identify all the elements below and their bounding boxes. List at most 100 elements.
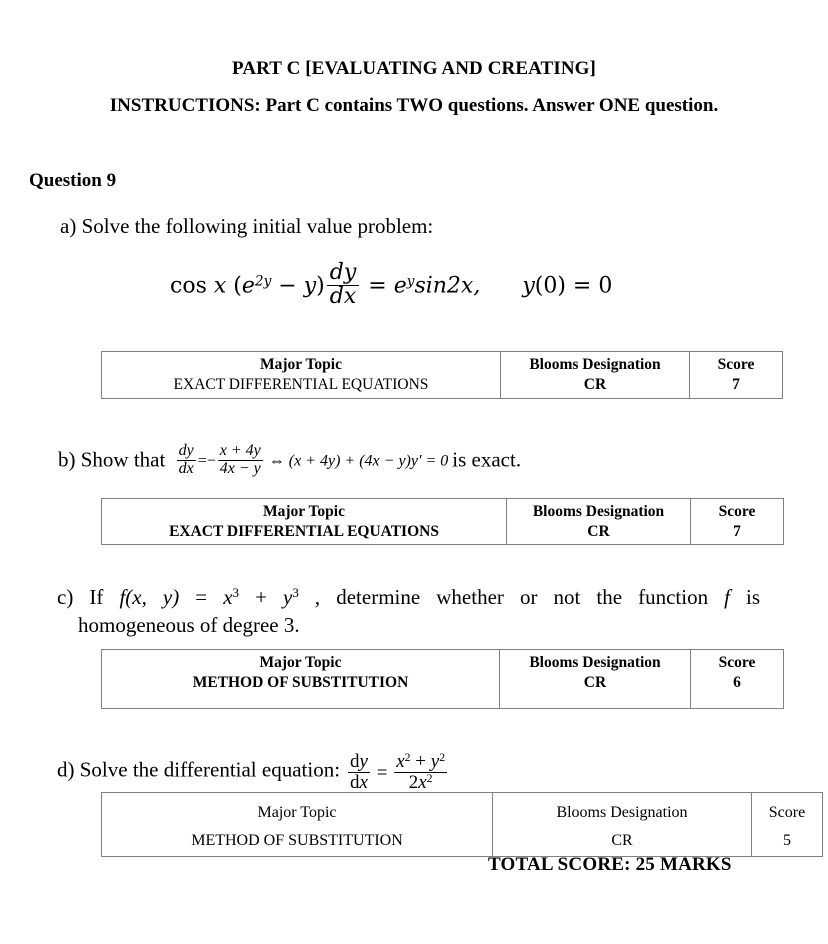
item-a-text: a) Solve the following initial value pro… xyxy=(60,213,433,240)
score-cell: Score 7 xyxy=(689,351,783,399)
eq-d-den-x-exponent: 2 xyxy=(426,771,433,785)
eq-a-close-paren: ) xyxy=(316,273,325,299)
part-title: PART C [EVALUATING AND CREATING] xyxy=(232,58,596,79)
item-c-line1: c) If f(x, y) = x3 + y3 , determine whet… xyxy=(57,584,760,611)
eq-d-num-x-exponent: 2 xyxy=(404,750,411,764)
major-topic-cell: Major Topic METHOD OF SUBSTITUTION xyxy=(101,649,500,709)
major-topic-header: Major Topic xyxy=(259,654,342,671)
table-row: Major Topic EXACT DIFFERENTIAL EQUATIONS… xyxy=(101,497,784,546)
table-row: Major Topic EXACT DIFFERENTIAL EQUATIONS… xyxy=(101,351,783,399)
eq-b-derivative-fraction: dy dx xyxy=(176,442,196,477)
score-value: 7 xyxy=(733,523,741,541)
eq-c-exponent-y: 3 xyxy=(292,585,299,601)
major-topic-header: Major Topic xyxy=(257,804,337,821)
item-a-prompt: Solve the following initial value proble… xyxy=(81,214,434,238)
score-cell: Score 7 xyxy=(690,497,784,546)
eq-d-num-d: d xyxy=(350,751,360,772)
eq-a-e2: e xyxy=(393,273,407,299)
eq-d-den-x2: x xyxy=(418,771,427,793)
eq-a-derivative-fraction: dy dx xyxy=(326,260,360,309)
item-d-prompt: Solve the differential equation: xyxy=(79,757,341,782)
item-d-equation: dy dx = x2 + y2 2x2 xyxy=(346,750,449,793)
eq-c-comma: , xyxy=(314,585,321,609)
eq-d-derivative-fraction: dy dx xyxy=(348,752,370,793)
item-c-marker: c) xyxy=(57,585,74,609)
eq-d-num-plus: + xyxy=(415,751,426,772)
instructions-line: INSTRUCTIONS: Part C contains TWO questi… xyxy=(109,95,719,116)
blooms-value: CR xyxy=(587,523,610,541)
eq-d-den-x: x xyxy=(359,771,368,793)
blooms-header: Blooms Designation xyxy=(532,503,665,520)
eq-a-ic-value: 0 xyxy=(598,273,613,299)
table-row: Major Topic METHOD OF SUBSTITUTION Bloom… xyxy=(101,649,784,709)
item-b-marker: b) xyxy=(58,447,76,472)
blooms-cell: Blooms Designation CR xyxy=(506,497,691,546)
item-d-marker: d) xyxy=(57,757,75,782)
item-b-text: b) Show that dy dx =− x + 4y 4x − y ⇔ (x + 4… xyxy=(58,442,521,477)
score-header: Score xyxy=(718,503,756,520)
item-b-prompt: Show that xyxy=(80,447,166,472)
eq-c-args: (x, y) xyxy=(125,585,180,609)
item-d-text: d) Solve the differential equation: dy dx … xyxy=(57,750,449,793)
eq-d-num-x: x xyxy=(396,751,405,772)
eq-b-rational-fraction: x + 4y 4x − y xyxy=(217,442,263,477)
eq-b-numerator: x + 4y xyxy=(219,442,261,459)
blooms-header: Blooms Designation xyxy=(556,804,688,821)
eq-b-dy: dy xyxy=(178,442,194,459)
blooms-header: Blooms Designation xyxy=(529,654,661,671)
blooms-value: CR xyxy=(583,674,607,692)
item-c-tail-after: is xyxy=(746,585,761,609)
eq-b-denominator: 4x − y xyxy=(217,459,263,477)
eq-a-ic-arg: (0) xyxy=(534,273,566,299)
eq-a-x: x xyxy=(213,273,227,299)
blooms-value: CR xyxy=(611,831,633,849)
eq-a-open-paren: ( xyxy=(233,273,242,299)
eq-c-exponent-x: 3 xyxy=(232,585,240,601)
total-score-label: TOTAL SCORE: 25 MARKS xyxy=(488,854,732,875)
eq-a-ic-equals: = xyxy=(572,273,592,299)
item-a-equation: cos x (e2y − y) dy dx = eysin2x, y(0) = 0 xyxy=(170,260,613,309)
major-topic-value: METHOD OF SUBSTITUTION xyxy=(192,674,409,692)
eq-b-negative: − xyxy=(206,452,216,470)
major-topic-header: Major Topic xyxy=(260,356,342,373)
eq-c-f2: f xyxy=(724,585,730,609)
eq-d-rational-numerator: x2 + y2 xyxy=(394,750,447,772)
item-b-equation: dy dx =− x + 4y 4x − y ⇔ (x + 4y) + (4x − y)… xyxy=(171,442,453,477)
eq-a-exponent-2y: 2y xyxy=(254,273,272,290)
eq-a-e: e xyxy=(241,273,255,299)
marks-table-a: Major Topic EXACT DIFFERENTIAL EQUATIONS… xyxy=(101,351,783,399)
marks-table-b: Major Topic EXACT DIFFERENTIAL EQUATIONS… xyxy=(101,497,784,546)
eq-d-equals: = xyxy=(376,762,388,784)
item-c-if: If xyxy=(89,585,104,609)
eq-b-exact-form: (x + 4y) + (4x − y)y′ = 0 xyxy=(288,452,449,470)
marks-table-c: Major Topic METHOD OF SUBSTITUTION Bloom… xyxy=(101,649,784,709)
eq-c-plus: + xyxy=(255,585,267,609)
eq-d-den-coefficient: 2 xyxy=(408,771,419,793)
major-topic-value: EXACT DIFFERENTIAL EQUATIONS xyxy=(173,376,429,394)
major-topic-value: METHOD OF SUBSTITUTION xyxy=(191,831,403,849)
question-label: Question 9 xyxy=(29,170,117,191)
major-topic-cell: Major Topic METHOD OF SUBSTITUTION xyxy=(101,792,493,857)
eq-a-y: y xyxy=(303,273,317,299)
eq-b-iff-symbol: ⇔ xyxy=(268,452,285,470)
major-topic-value: EXACT DIFFERENTIAL EQUATIONS xyxy=(169,523,439,541)
score-value: 7 xyxy=(732,376,740,394)
blooms-header: Blooms Designation xyxy=(529,356,661,373)
major-topic-cell: Major Topic EXACT DIFFERENTIAL EQUATIONS xyxy=(101,497,507,546)
eq-a-equals: = xyxy=(368,273,387,299)
blooms-cell: Blooms Designation CR xyxy=(499,649,691,709)
eq-a-dx: dx xyxy=(326,284,360,309)
eq-d-rational-denominator: 2x2 xyxy=(394,771,448,793)
eq-a-dy: dy xyxy=(329,260,357,285)
eq-a-minus: − xyxy=(278,273,297,299)
eq-d-rational-fraction: x2 + y2 2x2 xyxy=(394,750,448,793)
score-cell: Score 6 xyxy=(690,649,784,709)
exam-page: PART C [EVALUATING AND CREATING] INSTRUC… xyxy=(0,0,828,944)
eq-d-num-y-exponent: 2 xyxy=(439,750,446,764)
eq-a-ic-y: y xyxy=(522,273,535,299)
cos-operator: cos xyxy=(170,273,207,299)
eq-d-denominator: dx xyxy=(348,771,370,793)
eq-d-num-y: y xyxy=(359,751,368,772)
score-cell: Score 5 xyxy=(751,792,823,857)
marks-table-d: Major Topic METHOD OF SUBSTITUTION Bloom… xyxy=(101,792,823,857)
